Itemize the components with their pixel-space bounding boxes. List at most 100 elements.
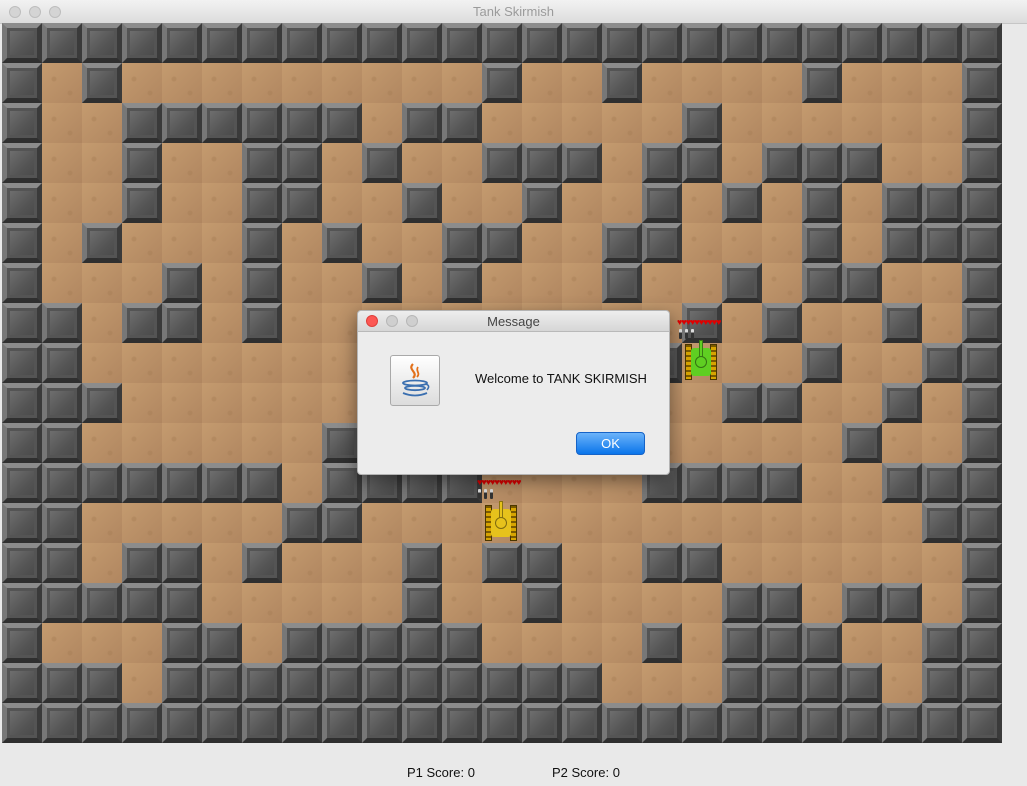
sand-tile xyxy=(282,63,322,103)
wall-block xyxy=(802,703,842,743)
sand-tile xyxy=(642,103,682,143)
wall-block xyxy=(2,23,42,63)
wall-block xyxy=(842,703,882,743)
ammo-shell-icon xyxy=(490,489,493,499)
sand-tile xyxy=(402,263,442,303)
sand-tile xyxy=(922,543,962,583)
sand-tile xyxy=(682,383,722,423)
sand-tile xyxy=(82,263,122,303)
wall-block xyxy=(42,383,82,423)
wall-block xyxy=(962,63,1002,103)
wall-block xyxy=(522,583,562,623)
sand-tile xyxy=(82,343,122,383)
sand-tile xyxy=(762,543,802,583)
wall-block xyxy=(682,463,722,503)
wall-block xyxy=(762,383,802,423)
sand-tile xyxy=(922,383,962,423)
wall-block xyxy=(82,223,122,263)
wall-block xyxy=(42,423,82,463)
sand-tile xyxy=(722,63,762,103)
sand-tile xyxy=(282,423,322,463)
wall-block xyxy=(202,103,242,143)
sand-tile xyxy=(842,63,882,103)
wall-block xyxy=(122,23,162,63)
wall-block xyxy=(602,703,642,743)
sand-tile xyxy=(322,63,362,103)
sand-tile xyxy=(882,503,922,543)
sand-tile xyxy=(842,183,882,223)
wall-block xyxy=(122,303,162,343)
sand-tile xyxy=(882,143,922,183)
wall-block xyxy=(282,703,322,743)
wall-block xyxy=(42,463,82,503)
sand-tile xyxy=(882,263,922,303)
wall-block xyxy=(962,303,1002,343)
sand-tile xyxy=(82,503,122,543)
sand-tile xyxy=(122,423,162,463)
wall-block xyxy=(642,623,682,663)
wall-block xyxy=(922,503,962,543)
sand-tile xyxy=(802,383,842,423)
wall-block xyxy=(562,663,602,703)
wall-block xyxy=(722,583,762,623)
wall-block xyxy=(522,663,562,703)
sand-tile xyxy=(922,583,962,623)
ok-button[interactable]: OK xyxy=(576,432,645,455)
sand-tile xyxy=(802,583,842,623)
wall-block xyxy=(482,223,522,263)
sand-tile xyxy=(202,223,242,263)
wall-block xyxy=(722,263,762,303)
sand-tile xyxy=(442,543,482,583)
wall-block xyxy=(162,463,202,503)
wall-block xyxy=(162,583,202,623)
wall-block xyxy=(602,63,642,103)
sand-tile xyxy=(362,583,402,623)
wall-block xyxy=(242,103,282,143)
wall-block xyxy=(722,383,762,423)
sand-tile xyxy=(842,503,882,543)
sand-tile xyxy=(42,263,82,303)
sand-tile xyxy=(682,423,722,463)
sand-tile xyxy=(42,223,82,263)
wall-block xyxy=(82,583,122,623)
wall-block xyxy=(522,183,562,223)
wall-block xyxy=(802,183,842,223)
player1-ammo xyxy=(478,489,493,499)
sand-tile xyxy=(842,223,882,263)
wall-block xyxy=(362,143,402,183)
sand-tile xyxy=(402,63,442,103)
wall-block xyxy=(442,263,482,303)
wall-block xyxy=(802,223,842,263)
sand-tile xyxy=(242,343,282,383)
wall-block xyxy=(282,143,322,183)
wall-block xyxy=(962,503,1002,543)
wall-block xyxy=(2,63,42,103)
java-icon xyxy=(390,355,440,406)
sand-tile xyxy=(562,503,602,543)
sand-tile xyxy=(42,63,82,103)
sand-tile xyxy=(282,343,322,383)
wall-block xyxy=(642,183,682,223)
sand-tile xyxy=(202,423,242,463)
sand-tile xyxy=(602,543,642,583)
sand-tile xyxy=(402,223,442,263)
wall-block xyxy=(442,223,482,263)
sand-tile xyxy=(682,263,722,303)
sand-tile xyxy=(42,103,82,143)
wall-block xyxy=(402,703,442,743)
player1-score: P1 Score: 0 xyxy=(407,765,475,780)
player2-tank xyxy=(685,340,717,380)
wall-block xyxy=(162,543,202,583)
wall-block xyxy=(962,223,1002,263)
sand-tile xyxy=(802,423,842,463)
wall-block xyxy=(82,63,122,103)
sand-tile xyxy=(922,103,962,143)
wall-block xyxy=(762,623,802,663)
wall-block xyxy=(42,503,82,543)
wall-block xyxy=(762,143,802,183)
sand-tile xyxy=(882,543,922,583)
wall-block xyxy=(82,463,122,503)
sand-tile xyxy=(602,663,642,703)
wall-block xyxy=(322,103,362,143)
player2-ammo xyxy=(679,329,694,339)
